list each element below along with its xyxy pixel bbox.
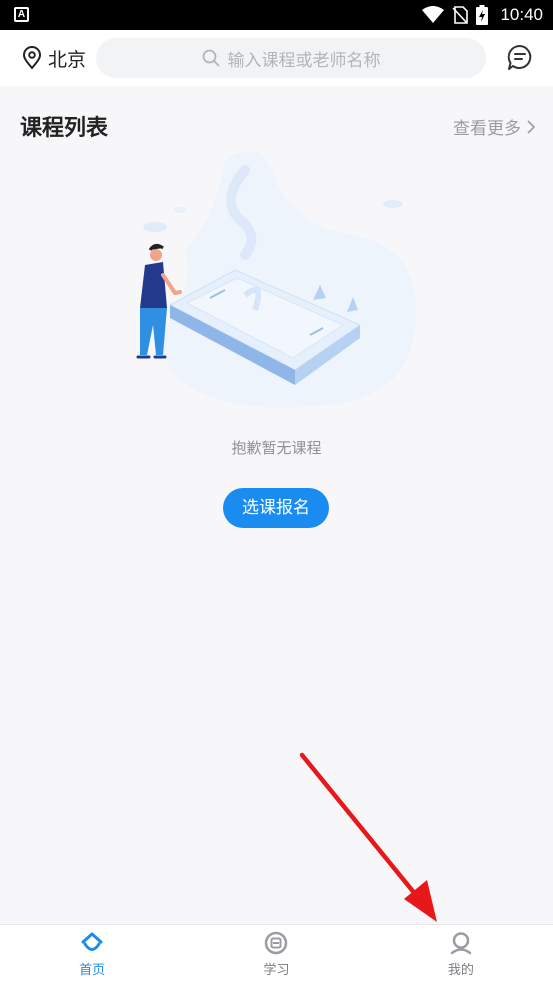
no-sim-icon (452, 6, 469, 24)
tab-home[interactable]: 首页 (0, 925, 184, 983)
search-input[interactable]: 输入课程或老师名称 (96, 38, 486, 78)
enroll-button[interactable]: 选课报名 (223, 488, 329, 528)
chevron-right-icon (527, 119, 535, 134)
empty-message: 抱歉暂无课程 (231, 439, 322, 457)
tab-study-label: 学习 (263, 962, 290, 978)
see-more-label: 查看更多 (453, 119, 521, 139)
search-icon (202, 49, 219, 67)
search-placeholder: 输入课程或老师名称 (227, 50, 381, 71)
bottom-tab-bar: 首页 学习 我的 (0, 924, 553, 983)
study-icon (265, 931, 288, 954)
see-more-link[interactable]: 查看更多 (453, 114, 535, 139)
app-notification-icon: A (14, 7, 29, 22)
tab-profile-label: 我的 (447, 962, 474, 978)
message-icon[interactable] (507, 44, 533, 72)
wifi-icon (422, 6, 445, 23)
status-bar: A 10:40 (0, 0, 553, 30)
section-title: 课程列表 (20, 116, 109, 141)
profile-icon (450, 931, 472, 954)
home-icon (81, 932, 103, 951)
location-selector[interactable]: 北京 (22, 30, 86, 86)
status-icons: 10:40 (422, 0, 543, 30)
tab-profile[interactable]: 我的 (369, 925, 553, 983)
battery-charging-icon (476, 5, 489, 25)
location-label: 北京 (48, 48, 87, 71)
tab-home-label: 首页 (79, 962, 106, 978)
top-bar: 北京 输入课程或老师名称 (0, 30, 553, 86)
empty-courses-illustration (136, 151, 417, 408)
tab-study[interactable]: 学习 (184, 925, 368, 983)
status-time: 10:40 (500, 5, 543, 24)
location-pin-icon (22, 46, 42, 70)
